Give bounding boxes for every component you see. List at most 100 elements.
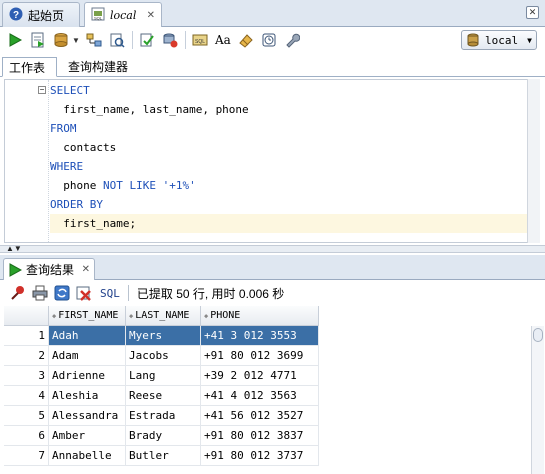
refresh-button[interactable]: [52, 283, 72, 303]
cell-phone[interactable]: +41 56 012 3527: [201, 406, 319, 426]
print-button[interactable]: [30, 283, 50, 303]
svg-text:SQL: SQL: [94, 16, 103, 21]
code-line[interactable]: contacts: [50, 138, 116, 157]
cell-first-name[interactable]: Adah: [49, 326, 126, 346]
cell-last-name[interactable]: Estrada: [126, 406, 201, 426]
close-tab-icon[interactable]: ✕: [147, 10, 155, 21]
row-number: 6: [4, 426, 49, 446]
history-button[interactable]: [259, 30, 279, 50]
sql-tuning-icon: SQL: [192, 34, 208, 46]
cell-phone[interactable]: +39 2 012 4771: [201, 366, 319, 386]
cell-first-name[interactable]: Amber: [49, 426, 126, 446]
eraser-icon: [239, 34, 253, 48]
tab-start-page[interactable]: ? 起始页: [2, 2, 80, 27]
change-case-button[interactable]: Aa: [213, 30, 233, 50]
font-case-icon: Aa: [215, 33, 231, 47]
wrench-icon: [286, 33, 300, 48]
autotrace-button[interactable]: [107, 30, 127, 50]
run-script-button[interactable]: [28, 30, 48, 50]
cancel-query-button[interactable]: [74, 283, 94, 303]
cell-last-name[interactable]: Jacobs: [126, 346, 201, 366]
tab-query-builder[interactable]: 查询构建器: [62, 57, 134, 77]
cell-first-name[interactable]: Aleshia: [49, 386, 126, 406]
row-number: 1: [4, 326, 49, 346]
document-tab-bar: ? 起始页 SQL local ✕ ✕: [0, 0, 545, 28]
cell-first-name[interactable]: Adrienne: [49, 366, 126, 386]
cell-phone[interactable]: +91 80 012 3699: [201, 346, 319, 366]
tab-query-result[interactable]: 查询结果 ✕: [3, 258, 95, 280]
editor-scrollbar[interactable]: [527, 79, 540, 243]
cell-last-name[interactable]: Reese: [126, 386, 201, 406]
row-number: 5: [4, 406, 49, 426]
column-header-first-name[interactable]: ◆ FIRST_NAME: [49, 306, 126, 326]
column-header-last-name[interactable]: ◆ LAST_NAME: [126, 306, 201, 326]
svg-text:?: ?: [13, 10, 19, 21]
sort-icon: ◆: [52, 312, 57, 320]
tools-button[interactable]: [282, 30, 302, 50]
sql-tuning-button[interactable]: SQL: [190, 30, 210, 50]
worksheet-toolbar: ▼ SQL Aa local ▼: [0, 27, 545, 53]
table-row[interactable]: 1 Adah Myers +41 3 012 3553: [4, 326, 319, 346]
scrollbar-thumb[interactable]: [533, 328, 543, 342]
cell-phone[interactable]: +91 80 012 3737: [201, 446, 319, 466]
cell-phone[interactable]: +41 3 012 3553: [201, 326, 319, 346]
pin-button[interactable]: [8, 283, 28, 303]
code-line[interactable]: WHERE: [50, 157, 83, 176]
table-row[interactable]: 6 Amber Brady +91 80 012 3837: [4, 426, 319, 446]
tab-start-page-label: 起始页: [28, 8, 65, 23]
close-icon[interactable]: ✕: [526, 6, 539, 19]
fold-collapse-icon[interactable]: −: [38, 86, 46, 94]
cell-last-name[interactable]: Myers: [126, 326, 201, 346]
chevron-down-icon[interactable]: ▼: [72, 36, 80, 45]
sql-text: contacts: [50, 141, 117, 154]
code-line[interactable]: first_name, last_name, phone: [50, 100, 249, 119]
cell-last-name[interactable]: Brady: [126, 426, 201, 446]
tab-local-worksheet[interactable]: SQL local ✕: [84, 2, 162, 28]
column-header-phone[interactable]: ◆ PHONE: [201, 306, 319, 326]
cell-last-name[interactable]: Lang: [126, 366, 201, 386]
code-line[interactable]: phone NOT LIKE '+1%': [50, 176, 195, 195]
sql-editor[interactable]: − SELECT first_name, last_name, phone FRO…: [4, 79, 540, 243]
code-line[interactable]: SELECT: [50, 81, 90, 100]
chevron-down-icon: ▼: [527, 35, 532, 45]
code-line[interactable]: first_name;: [50, 214, 527, 233]
clear-button[interactable]: [236, 30, 256, 50]
connection-select[interactable]: local ▼: [461, 30, 537, 50]
table-row[interactable]: 2 Adam Jacobs +91 80 012 3699: [4, 346, 319, 366]
cell-first-name[interactable]: Annabelle: [49, 446, 126, 466]
results-grid[interactable]: ◆ FIRST_NAME ◆ LAST_NAME ◆ PHONE 1 Adah Myers…: [4, 306, 544, 474]
rollback-icon: [163, 33, 178, 48]
cell-phone[interactable]: +41 4 012 3563: [201, 386, 319, 406]
cell-first-name[interactable]: Alessandra: [49, 406, 126, 426]
toolbar-divider: [127, 285, 129, 301]
table-row[interactable]: 4 Aleshia Reese +41 4 012 3563: [4, 386, 319, 406]
tab-query-result-label: 查询结果: [26, 263, 75, 277]
commit-transaction-button[interactable]: [137, 30, 157, 50]
rollback-button[interactable]: [160, 30, 180, 50]
tab-local-label: local: [110, 9, 137, 22]
sql-link[interactable]: SQL: [100, 287, 120, 300]
grid-scrollbar[interactable]: [531, 326, 544, 474]
table-row[interactable]: 3 Adrienne Lang +39 2 012 4771: [4, 366, 319, 386]
code-line[interactable]: ORDER BY: [50, 195, 103, 214]
table-row[interactable]: 5 Alessandra Estrada +41 56 012 3527: [4, 406, 319, 426]
run-icon: [9, 262, 22, 277]
close-tab-icon[interactable]: ✕: [82, 264, 90, 275]
run-statement-button[interactable]: [5, 30, 25, 50]
cell-phone[interactable]: +91 80 012 3837: [201, 426, 319, 446]
commit-button[interactable]: [51, 30, 71, 50]
sql-keyword: WHERE: [50, 160, 84, 173]
sql-text: first_name, last_name, phone: [50, 103, 249, 116]
code-line[interactable]: FROM: [50, 119, 77, 138]
explain-plan-button[interactable]: [84, 30, 104, 50]
cell-first-name[interactable]: Adam: [49, 346, 126, 366]
tab-worksheet[interactable]: 工作表: [2, 57, 57, 77]
table-row[interactable]: 7 Annabelle Butler +91 80 012 3737: [4, 446, 319, 466]
splitter-arrows-icon[interactable]: ▲▼: [6, 244, 22, 254]
sql-keyword: NOT LIKE: [102, 179, 156, 192]
sql-worksheet-icon: SQL: [91, 7, 105, 24]
sql-keyword: SELECT: [50, 84, 90, 97]
panel-splitter[interactable]: ▲▼: [0, 244, 545, 254]
cell-last-name[interactable]: Butler: [126, 446, 201, 466]
sort-icon: ◆: [204, 312, 209, 320]
